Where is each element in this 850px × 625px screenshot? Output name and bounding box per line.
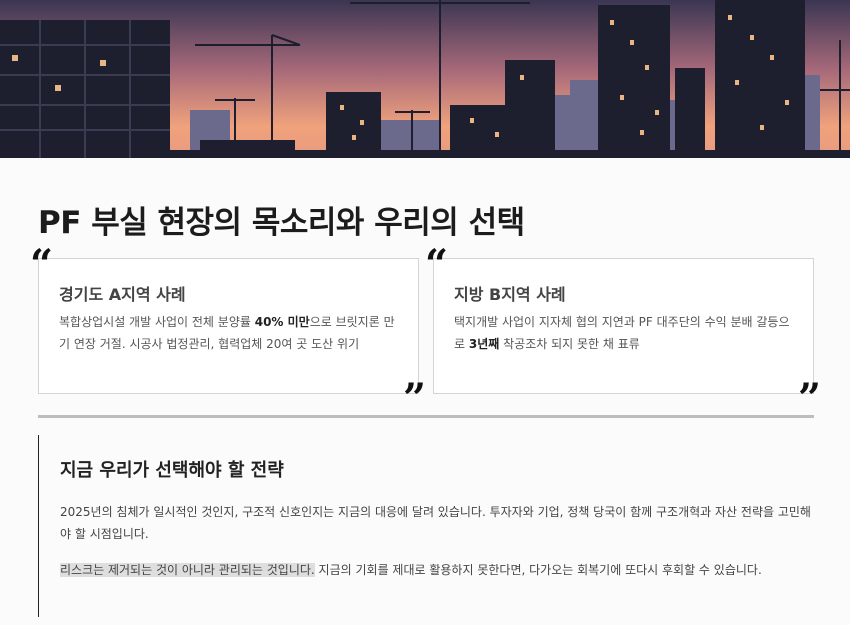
close-quote-icon: ” [402,375,426,422]
case-title: 경기도 A지역 사례 [59,285,186,304]
hero-image [0,0,850,158]
strategy-title: 지금 우리가 선택해야 할 전략 [60,460,284,481]
case-title: 지방 B지역 사례 [454,285,566,304]
open-quote-icon: “ [30,241,54,288]
strategy-section: 지금 우리가 선택해야 할 전략 2025년의 침체가 일시적인 것인지, 구조… [38,435,815,617]
case-highlight: 40% 미만 [254,315,310,329]
case-card-b: “ 지방 B지역 사례 택지개발 사업이 지자체 협의 지연과 PF 대주단의 … [425,245,821,419]
section-divider [38,415,814,418]
highlighted-sentence: 리스크는 제거되는 것이 아니라 관리되는 것입니다. [60,563,315,577]
construction-skyline-illustration [0,0,850,158]
case-highlight: 3년째 [468,337,500,351]
strategy-paragraph-1: 2025년의 침체가 일시적인 것인지, 구조적 신호인지는 지금의 대응에 달… [60,505,811,541]
page-title: PF 부실 현장의 목소리와 우리의 선택 [38,205,525,241]
case-description: 복합상업시설 개발 사업이 전체 분양률 40% 미만으로 브릿지론 만기 연장… [59,315,395,351]
close-quote-icon: ” [797,375,821,422]
case-card-a: “ 경기도 A지역 사례 복합상업시설 개발 사업이 전체 분양률 40% 미만… [30,245,426,419]
strategy-paragraph-2: 리스크는 제거되는 것이 아니라 관리되는 것입니다. 지금의 기회를 제대로 … [60,563,762,577]
case-description: 택지개발 사업이 지자체 협의 지연과 PF 대주단의 수익 분배 갈등으로 3… [454,315,790,351]
open-quote-icon: “ [425,241,449,288]
